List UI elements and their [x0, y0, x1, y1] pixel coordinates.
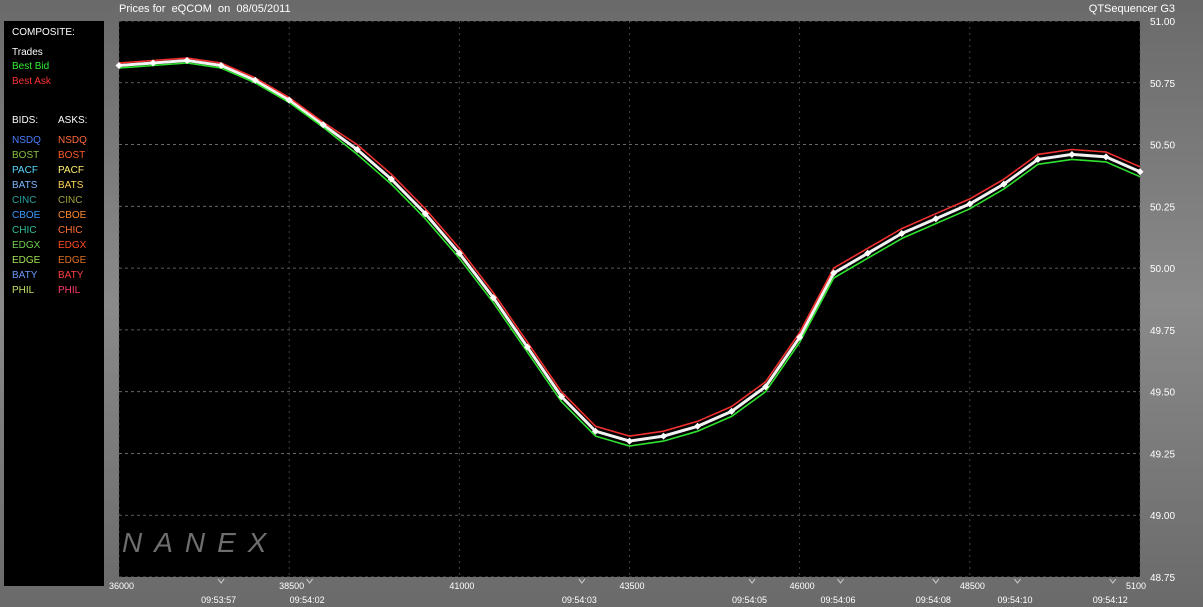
time-tick-mark [748, 578, 756, 584]
y-tick-label: 50.25 [1150, 202, 1175, 213]
time-tick-mark [217, 578, 225, 584]
series-line-best-ask [118, 57, 1141, 437]
trade-point [626, 437, 633, 445]
x-tick-label: 46000 [790, 581, 815, 591]
chart-window: Prices for eQCOM on 08/05/2011 QTSequenc… [0, 0, 1203, 607]
x-tick-label: 38500 [279, 581, 304, 591]
x-tick-label: 48500 [960, 581, 985, 591]
x-tick-label: 5100 [1126, 581, 1146, 591]
time-tick-label: 09:54:05 [732, 595, 767, 605]
x-tick-label: 36000 [109, 581, 134, 591]
y-tick-label: 50.00 [1150, 264, 1175, 275]
time-tick-label: 09:54:02 [290, 595, 325, 605]
time-tick-label: 09:54:06 [821, 595, 856, 605]
x-tick-label: 41000 [449, 581, 474, 591]
price-chart: 51.00 50.75 50.50 50.25 50.00 49.75 49.50 49.25… [109, 17, 1175, 605]
time-tick-label: 09:54:03 [562, 595, 597, 605]
time-tick-label: 09:53:57 [201, 595, 236, 605]
time-tick-mark [837, 578, 844, 584]
y-tick-label: 49.50 [1150, 388, 1175, 399]
y-tick-label: 50.75 [1150, 79, 1175, 90]
y-tick-label: 49.25 [1150, 449, 1175, 460]
time-tick-label: 09:54:12 [1093, 595, 1128, 605]
time-tick-mark [932, 578, 940, 584]
y-tick-label: 48.75 [1150, 573, 1175, 584]
time-tick-mark [1109, 578, 1117, 584]
y-tick-label: 51.00 [1150, 17, 1175, 28]
trade-point [660, 432, 668, 440]
x-tick-label: 43500 [620, 581, 645, 591]
y-tick-label: 50.50 [1150, 141, 1175, 152]
y-tick-label: 49.00 [1150, 511, 1175, 522]
watermark: NANEX [122, 527, 278, 558]
y-tick-label: 49.75 [1150, 326, 1175, 337]
time-tick-mark [1014, 578, 1021, 584]
time-tick-label: 09:54:08 [916, 595, 951, 605]
time-tick-label: 09:54:10 [997, 595, 1032, 605]
time-tick-mark [578, 578, 586, 584]
time-tick-mark [306, 578, 313, 584]
trade-point [1068, 150, 1076, 158]
